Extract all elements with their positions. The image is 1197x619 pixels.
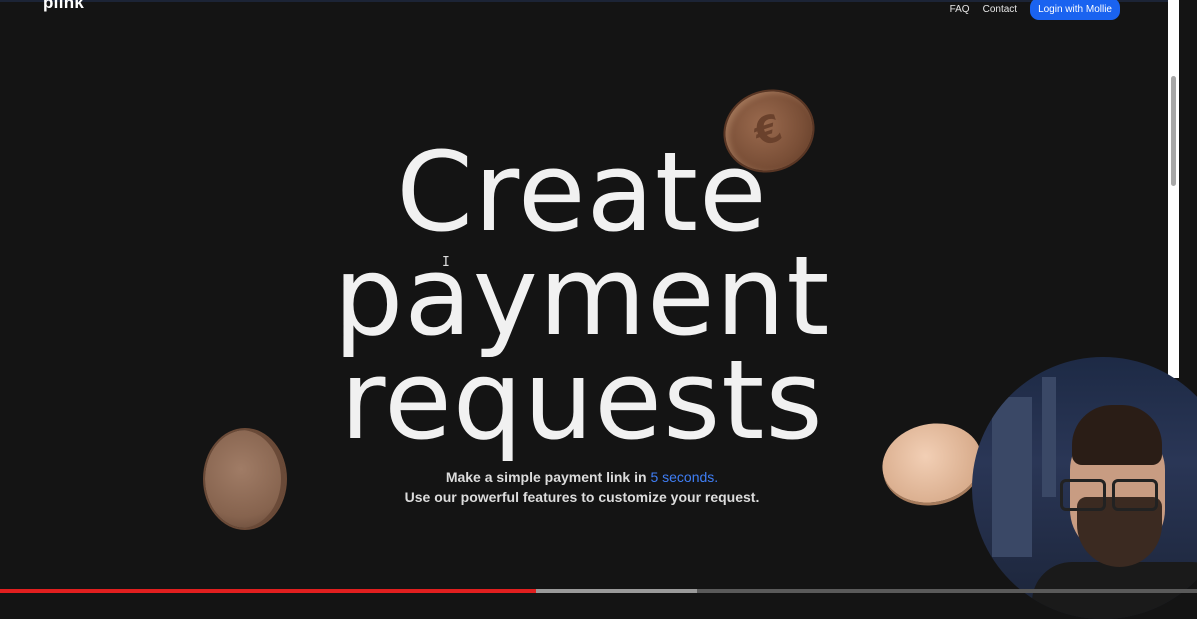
webcam-overlay (972, 357, 1197, 619)
nav-faq-link[interactable]: FAQ (950, 4, 970, 15)
hero-line-1: Create (396, 128, 768, 256)
hero-subtitle: Make a simple payment link in 5 seconds.… (302, 467, 862, 507)
video-played-bar (0, 589, 537, 593)
nav-contact-link[interactable]: Contact (983, 4, 1017, 15)
hero-heading: Create payment requests (232, 128, 932, 464)
top-nav: FAQ Contact Login with Mollie (950, 0, 1120, 20)
background-panel (992, 397, 1032, 557)
hero-line-3: requests (340, 336, 824, 464)
person-hair (1072, 405, 1162, 465)
login-button[interactable]: Login with Mollie (1030, 0, 1120, 20)
subtitle-line-2: Use our powerful features to customize y… (404, 489, 760, 505)
text-cursor-icon: I (442, 255, 450, 270)
glasses-lens-right (1112, 479, 1158, 511)
video-progress-bar[interactable] (0, 589, 1197, 593)
background-panel (1042, 377, 1056, 497)
glasses-icon (1060, 479, 1170, 511)
scrollbar-thumb[interactable] (1171, 76, 1176, 186)
subtitle-text: Make a simple payment link in (445, 469, 651, 485)
glasses-lens-left (1060, 479, 1106, 511)
subtitle-accent: 5 seconds. (650, 469, 719, 485)
logo[interactable]: plink (43, 0, 84, 13)
hero-line-2: payment (333, 232, 831, 360)
page-scrollbar[interactable] (1168, 0, 1179, 378)
